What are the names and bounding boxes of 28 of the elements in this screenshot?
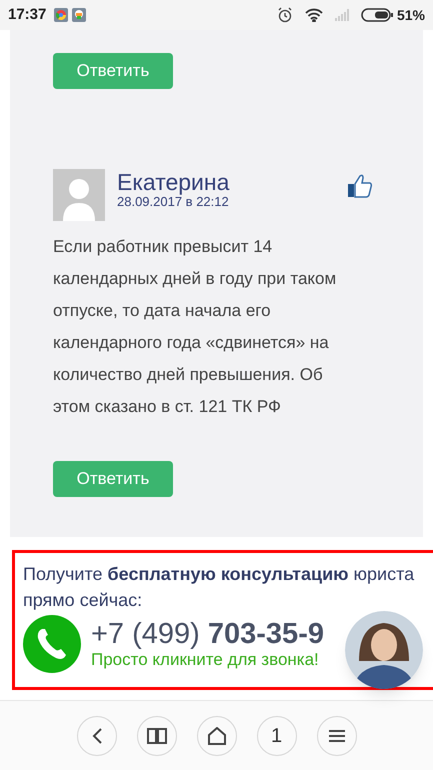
- battery-percent: 51%: [396, 6, 425, 24]
- banner-headline: Получите бесплатную консультацию юриста прямо сейчас:: [23, 563, 416, 612]
- book-icon: [146, 728, 166, 744]
- battery-icon: [360, 8, 393, 22]
- browser-icon: [54, 8, 68, 22]
- thumbs-up-icon[interactable]: [347, 173, 373, 199]
- phone-number[interactable]: +7 (499) 703-35-9: [91, 618, 324, 650]
- app-icon: [72, 8, 86, 22]
- wifi-icon: [304, 8, 323, 22]
- clock-time: 17:37: [8, 4, 46, 25]
- callback-banner[interactable]: Получите бесплатную консультацию юриста прямо сейчас: +7 (499) 703-35-9 Просто кликните для звонка!: [12, 550, 433, 690]
- home-icon: [206, 726, 226, 744]
- operator-avatar[interactable]: [345, 611, 423, 689]
- signal-icon: [334, 9, 349, 21]
- tabs-button[interactable]: 1: [256, 716, 296, 756]
- comment-text: Если работник превысит 14 календарных дней в году при таком отпуске, то дата начала его календарного года «сдвинется» на количество дней превышения. Об этом сказано в ст. 121 ТК РФ: [53, 236, 338, 418]
- back-icon: [90, 726, 102, 744]
- phone-icon: [23, 615, 81, 673]
- menu-button[interactable]: [316, 716, 356, 756]
- call-hint: Просто кликните для звонка!: [91, 650, 320, 670]
- menu-icon: [328, 728, 346, 742]
- book-button[interactable]: [136, 716, 176, 756]
- comment-date: 28.09.2017 в 22:12: [117, 195, 229, 209]
- comment-author: Екатерина: [117, 169, 230, 195]
- avatar-placeholder-icon: [53, 169, 105, 221]
- back-button[interactable]: [76, 716, 116, 756]
- alarm-icon: [276, 7, 293, 23]
- home-button[interactable]: [196, 716, 236, 756]
